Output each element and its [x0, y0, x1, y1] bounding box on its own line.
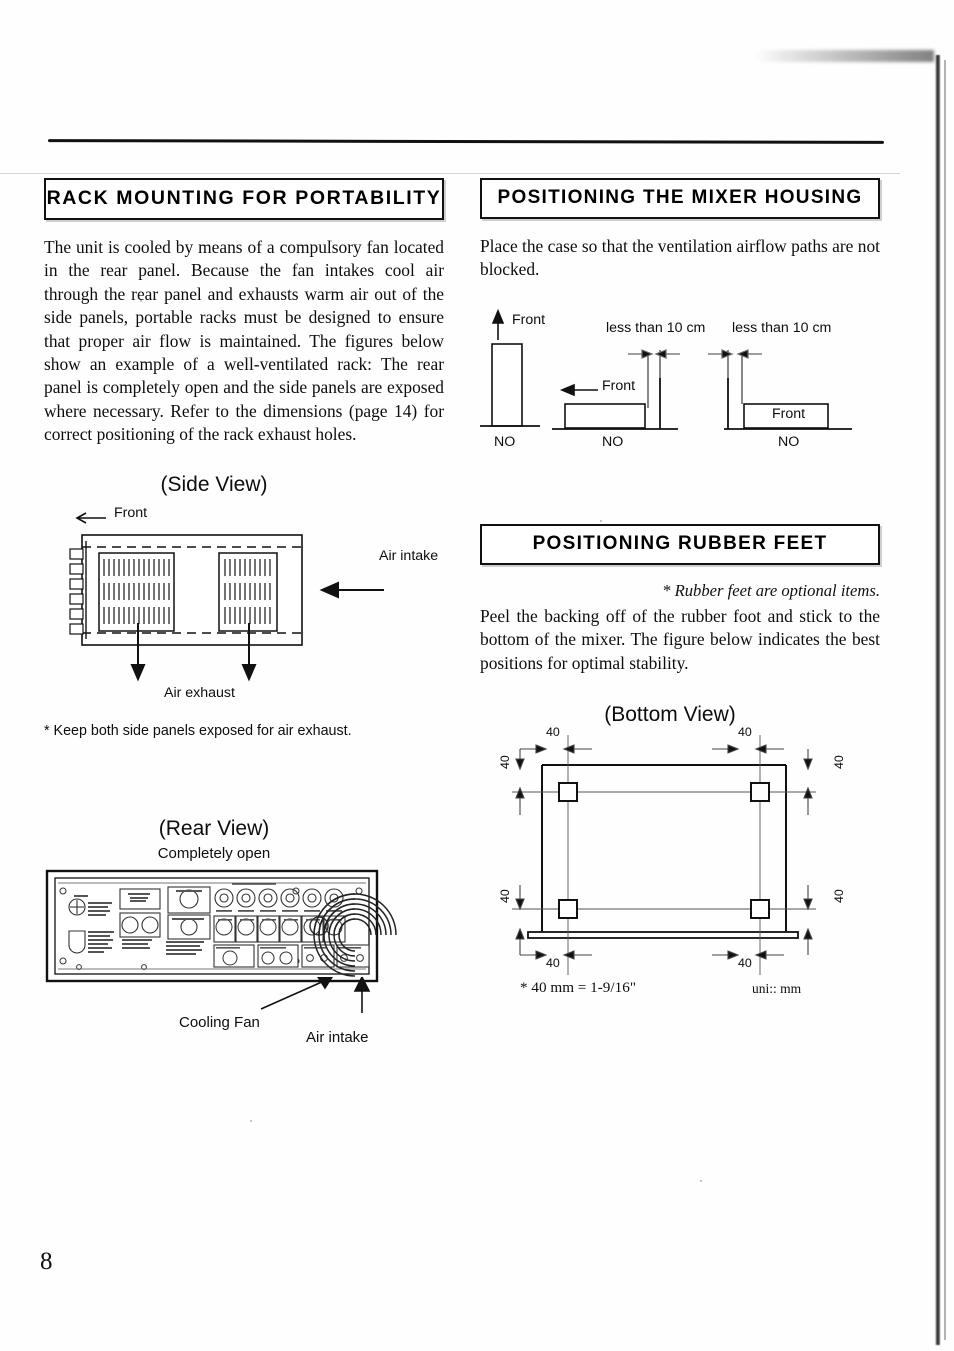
faint-scan-rule: [0, 173, 900, 174]
side-view-air-intake-label: Air intake: [379, 547, 439, 564]
bottom-view-dim-left-top: 40: [498, 755, 512, 770]
rear-view-subtitle: Completely open: [157, 844, 271, 862]
section-title-mixer-housing: POSITIONING THE MIXER HOUSING: [497, 187, 863, 208]
bottom-view-drawing: [512, 735, 816, 976]
housing-position-figure: Front Front Front less than 10 cm less t…: [480, 306, 880, 476]
bottom-view-dim-top-right: 40: [738, 725, 752, 740]
scan-speck: [700, 1180, 702, 1182]
rack-mounting-paragraph: The unit is cooled by means of a compuls…: [44, 237, 444, 445]
section-title-rack-mounting: RACK MOUNTING FOR PORTABILITY: [46, 187, 442, 209]
bottom-view-unit-note: uni:: mm: [752, 981, 802, 997]
side-view-front-label: Front: [114, 504, 148, 521]
housing-case-1-verdict: NO: [494, 433, 516, 450]
scan-edge-artifact: [935, 55, 940, 1345]
bottom-view-dim-right-bottom: 40: [832, 889, 846, 904]
bottom-view-dim-left-bottom: 40: [498, 889, 512, 904]
scan-edge-artifact-2: [944, 60, 946, 1340]
rear-view-title: (Rear View): [158, 816, 270, 840]
housing-case-2-verdict: NO: [602, 433, 624, 450]
housing-case-1-front-label: Front: [512, 311, 546, 328]
bottom-view-dim-bottom-right: 40: [738, 956, 752, 971]
side-view-title: (Side View): [160, 472, 268, 496]
rear-view-figure: (Rear View) Completely open Cooling Fan …: [44, 816, 444, 1046]
section-header-mixer-housing: POSITIONING THE MIXER HOUSING: [480, 178, 880, 219]
bottom-view-dim-top-left: 40: [546, 725, 560, 740]
header-rule: [47, 139, 885, 144]
housing-case-2-clearance-label: less than 10 cm: [606, 319, 706, 336]
manual-page: RACK MOUNTING FOR PORTABILITY The unit i…: [0, 0, 954, 1351]
housing-case-3-clearance-label: less than 10 cm: [732, 319, 832, 336]
bottom-view-conversion-note: * 40 mm = 1-9/16": [520, 979, 637, 997]
bottom-view-figure: (Bottom View) 40 40 40 40 40 40 40 40 * …: [480, 703, 880, 1003]
side-view-air-exhaust-label: Air exhaust: [164, 684, 235, 701]
section-title-rubber-feet: POSITIONING RUBBER FEET: [532, 532, 828, 554]
section-header-rack-mounting: RACK MOUNTING FOR PORTABILITY: [44, 178, 444, 220]
right-column: POSITIONING THE MIXER HOUSING Place the …: [480, 178, 880, 1003]
bottom-view-dim-bottom-left: 40: [546, 956, 560, 971]
mixer-housing-paragraph: Place the case so that the ventilation a…: [480, 236, 880, 280]
bottom-view-dim-right-top: 40: [832, 755, 846, 770]
bottom-view-title: (Bottom View): [604, 703, 736, 727]
housing-case-2-front-label: Front: [602, 377, 636, 394]
side-view-drawing: [69, 511, 384, 682]
rear-view-cooling-fan-label: Cooling Fan: [179, 1013, 260, 1031]
section-header-rubber-feet: POSITIONING RUBBER FEET: [480, 523, 880, 565]
rear-view-air-intake-label: Air intake: [306, 1028, 369, 1046]
scan-smudge-artifact: [754, 50, 934, 62]
housing-case-3-verdict: NO: [778, 433, 800, 450]
rubber-feet-paragraph: Peel the backing off of the rubber foot …: [480, 605, 880, 673]
rubber-feet-optional-note: * Rubber feet are optional items.: [662, 580, 880, 600]
scan-speck: [250, 1120, 252, 1122]
housing-case-3-front-label: Front: [772, 405, 806, 422]
side-view-figure: (Side View) Front Air intake Air exhaust: [44, 473, 444, 719]
left-column: RACK MOUNTING FOR PORTABILITY The unit i…: [44, 178, 444, 1046]
page-number: 8: [40, 1248, 53, 1275]
